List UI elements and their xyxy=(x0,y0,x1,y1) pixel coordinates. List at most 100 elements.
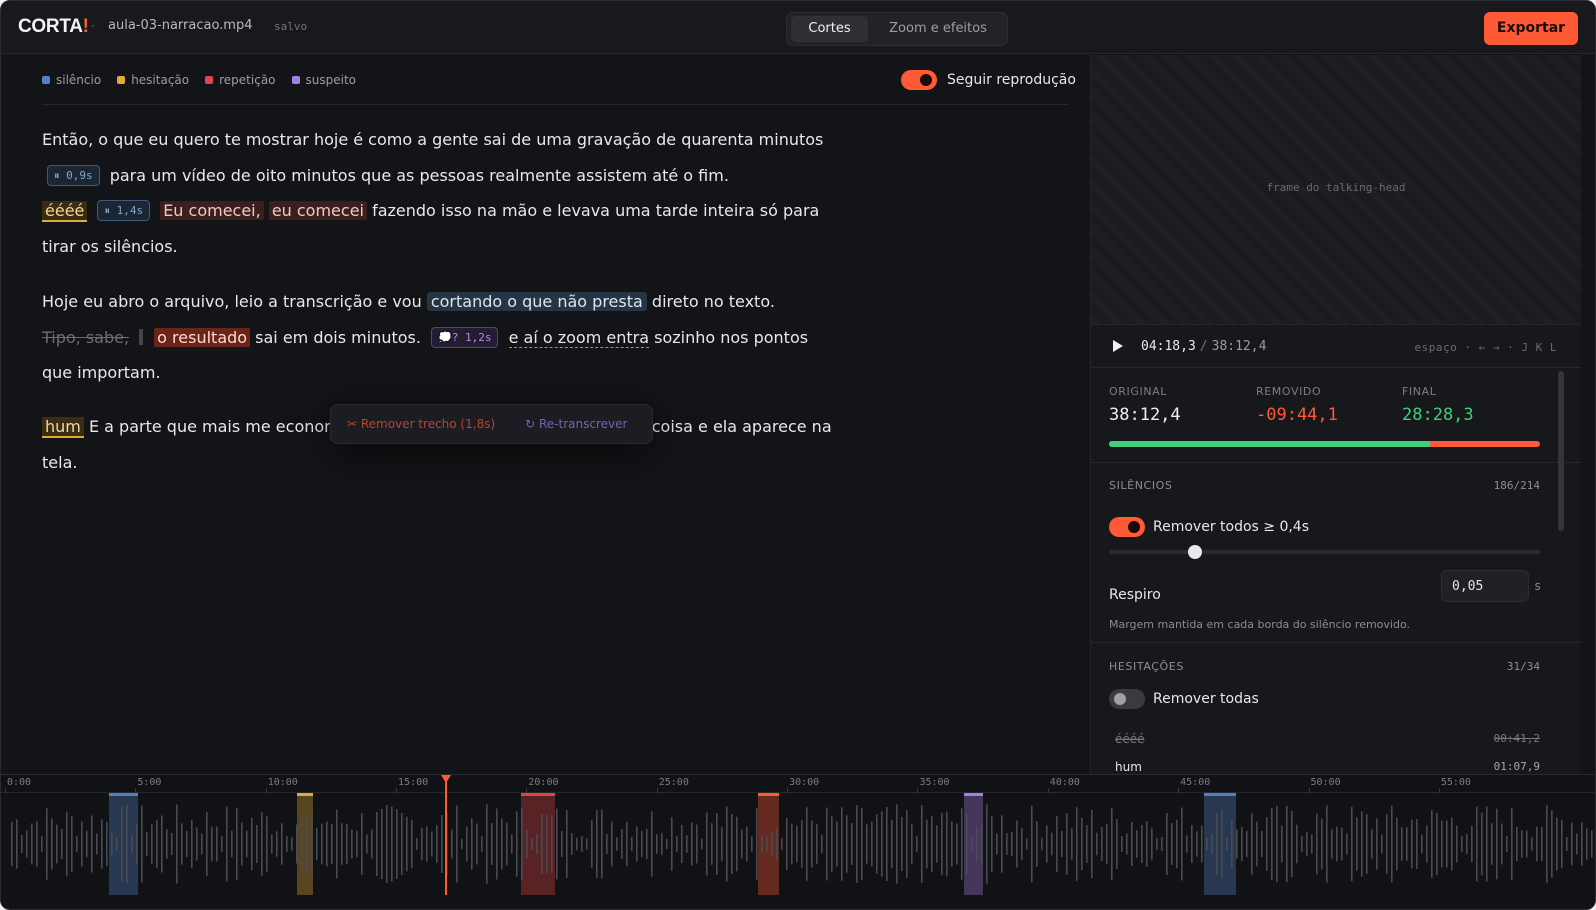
waveform-bar xyxy=(1436,812,1438,876)
waveform-bar xyxy=(56,824,58,864)
waveform-bar xyxy=(1126,833,1128,855)
waveform-bar xyxy=(1561,820,1563,868)
tab-zoom-efeitos[interactable]: Zoom e efeitos xyxy=(873,16,1003,42)
transcript-paragraph: Então, o que eu quero te mostrar hoje é … xyxy=(42,122,842,264)
waveform-bar xyxy=(386,805,388,883)
retranscribe-button[interactable]: ↻ Re-transcrever xyxy=(495,417,627,431)
waveform-bar xyxy=(786,817,788,871)
timeline[interactable]: 0:00 5:00 10:00 15:00 20:00 25:00 30:00 35:00 40… xyxy=(1,774,1596,909)
waveform-bar xyxy=(691,822,693,866)
repetition-word[interactable]: eu comecei xyxy=(268,201,367,220)
waveform-bar xyxy=(1396,817,1398,871)
transcript-text[interactable]: direto no texto. xyxy=(652,292,775,311)
waveform-bar xyxy=(1531,837,1533,851)
waveform-bar xyxy=(521,807,523,881)
waveform-bar xyxy=(826,807,828,881)
waveform-bar xyxy=(1451,817,1453,871)
waveform-bar xyxy=(436,825,438,863)
waveform-bar xyxy=(11,821,13,867)
transcript-text[interactable]: Hoje eu abro o arquivo, leio a transcriç… xyxy=(42,292,422,311)
tab-cortes[interactable]: Cortes xyxy=(791,16,868,42)
waveform-bar xyxy=(341,823,343,865)
waveform-bar xyxy=(1186,835,1188,853)
timeline-tick-label: 0:00 xyxy=(7,777,32,788)
video-preview[interactable]: frame do talking-head xyxy=(1091,55,1581,325)
waveform-bar xyxy=(271,834,273,854)
waveform-bar xyxy=(561,830,563,858)
waveform-bar xyxy=(526,829,528,859)
silence-marker[interactable]: ⏸ 0,9s xyxy=(47,164,100,186)
waveform-bar xyxy=(721,827,723,861)
waveform-bar xyxy=(1346,833,1348,855)
waveform-bar xyxy=(941,812,943,876)
waveform-bar xyxy=(226,806,228,882)
waveform-bar xyxy=(111,832,113,856)
waveform-bar xyxy=(1061,830,1063,858)
remove-silences-toggle[interactable] xyxy=(1109,517,1145,537)
waveform-bar xyxy=(411,819,413,869)
waveform-bar xyxy=(556,808,558,880)
waveform-bar xyxy=(1256,821,1258,867)
waveform-bar xyxy=(866,824,868,864)
transcript-text[interactable]: para um vídeo de oito minutos que as pes… xyxy=(110,166,729,185)
silence-threshold-slider[interactable] xyxy=(1109,545,1540,559)
transcript-text[interactable]: fazendo isso na mão e levava uma tarde i… xyxy=(42,201,819,256)
waveform-bar xyxy=(836,821,838,867)
waveform-bar xyxy=(856,805,858,883)
playhead[interactable] xyxy=(444,775,447,895)
waveform-bar xyxy=(1366,814,1368,874)
waveform-bar xyxy=(1171,823,1173,865)
selected-text[interactable]: cortando o que não presta xyxy=(426,292,647,311)
waveform-bar xyxy=(371,829,373,859)
export-button[interactable]: Exportar xyxy=(1484,12,1578,45)
waveform-bar xyxy=(206,811,208,877)
waveform-bar xyxy=(881,811,883,877)
suspect-marker[interactable]: 💭? 1,2s xyxy=(431,326,499,348)
waveform-bar xyxy=(1336,826,1338,862)
waveform-bar xyxy=(1131,822,1133,866)
waveform-bar xyxy=(236,808,238,880)
waveform-bar xyxy=(201,833,203,855)
follow-playback-toggle[interactable] xyxy=(901,70,937,90)
repetition-word[interactable]: Eu comecei, xyxy=(160,201,264,220)
waveform-bar xyxy=(1521,830,1523,858)
waveform-bar xyxy=(896,804,898,884)
waveform-bar xyxy=(1526,830,1528,858)
transcript-text[interactable]: E a parte que mais me econom xyxy=(89,417,340,436)
waveform-bar xyxy=(146,832,148,856)
section-count: 31/34 xyxy=(1506,660,1540,673)
breath-unit: s xyxy=(1534,579,1542,593)
playhead-handle[interactable] xyxy=(440,775,451,783)
remove-hesitations-toggle[interactable] xyxy=(1109,689,1145,709)
repetition-word[interactable]: o resultado xyxy=(154,327,251,347)
play-icon[interactable] xyxy=(1113,340,1123,352)
waveform-bar xyxy=(186,830,188,858)
hesitation-word[interactable]: hum xyxy=(42,417,84,438)
silence-marker[interactable]: ⏸ 1,4s xyxy=(97,200,151,221)
legend-swatch xyxy=(42,76,50,84)
slider-handle[interactable] xyxy=(1188,545,1203,559)
waveform-bar xyxy=(741,829,743,859)
transcript-text[interactable]: Então, o que eu quero te mostrar hoje é … xyxy=(42,130,823,149)
breath-input[interactable] xyxy=(1441,570,1529,602)
hesitation-word[interactable]: éééé xyxy=(42,201,88,222)
waveform-bar xyxy=(486,804,488,884)
timeline-tick-label: 15:00 xyxy=(398,777,429,788)
remove-segment-button[interactable]: ✂ Remover trecho (1,8s) xyxy=(331,417,495,431)
panel-scrollbar[interactable] xyxy=(1558,371,1564,531)
waveform-bar xyxy=(156,819,158,869)
waveform-bar xyxy=(241,822,243,866)
waveform-bar xyxy=(151,824,153,864)
waveform-bar xyxy=(1486,806,1488,882)
waveform-bar xyxy=(1341,827,1343,861)
waveform-bar xyxy=(911,823,913,865)
waveform-bar xyxy=(586,838,588,850)
waveform-bar xyxy=(1031,805,1033,883)
waveform-bar xyxy=(246,830,248,858)
waveform-bar xyxy=(946,811,948,877)
waveform[interactable] xyxy=(1,793,1596,895)
removed-text[interactable]: Tipo, sabe, xyxy=(42,328,129,347)
zoom-suggestion-text[interactable]: e aí o zoom entra xyxy=(508,327,650,348)
transcript-text[interactable]: sai em dois minutos. xyxy=(255,328,421,347)
waveform-bar xyxy=(496,808,498,880)
